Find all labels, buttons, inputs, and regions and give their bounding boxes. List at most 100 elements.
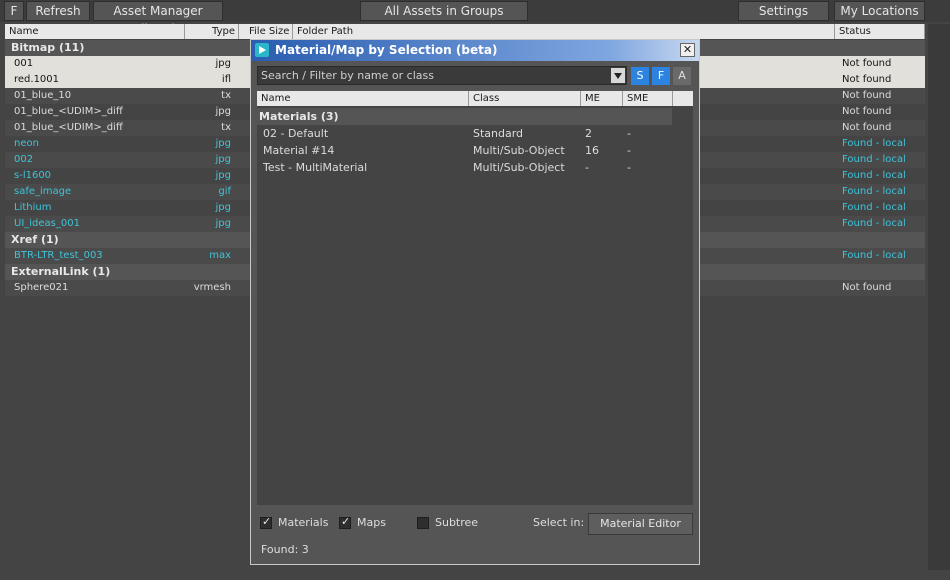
asset-type: jpg: [215, 138, 231, 149]
scrollbar[interactable]: [928, 24, 950, 570]
header-status[interactable]: Status: [835, 24, 925, 39]
asset-status: Found - local: [842, 202, 906, 213]
asset-name: safe_image: [14, 186, 72, 197]
asset-status: Found - local: [842, 186, 906, 197]
asset-name: red.1001: [14, 74, 60, 85]
material-list: Name Class ME SME Materials (3) 02 - Def…: [257, 91, 693, 505]
material-me: 16: [585, 144, 599, 157]
asset-type: jpg: [215, 106, 231, 117]
material-name: 02 - Default: [263, 127, 329, 140]
material-row[interactable]: Material #14 Multi/Sub-Object 16 -: [257, 142, 672, 159]
asset-status: Not found: [842, 106, 892, 117]
material-me: -: [585, 161, 589, 174]
asset-type: tx: [221, 90, 231, 101]
header-name[interactable]: Name: [5, 24, 185, 39]
max-logo-icon: [255, 43, 269, 57]
toggle-s[interactable]: S: [631, 67, 649, 85]
subtree-label: Subtree: [435, 516, 479, 529]
toggle-f[interactable]: F: [652, 67, 670, 85]
asset-name: 01_blue_<UDIM>_diff: [14, 106, 123, 117]
asset-status: Found - local: [842, 154, 906, 165]
f-button[interactable]: F: [4, 1, 24, 21]
asset-type: tx: [221, 122, 231, 133]
material-class: Multi/Sub-Object: [473, 161, 565, 174]
chevron-down-icon[interactable]: [611, 68, 625, 83]
select-in-label: Select in:: [533, 516, 585, 529]
asset-status: Not found: [842, 122, 892, 133]
table-header: Name Type File Size Folder Path Status: [5, 24, 925, 39]
material-me: 2: [585, 127, 592, 140]
settings-button[interactable]: Settings: [738, 1, 829, 21]
asset-name: UI_ideas_001: [14, 218, 80, 229]
header-class[interactable]: Class: [469, 91, 581, 106]
asset-name: Xref (1): [11, 233, 59, 246]
asset-status: Not found: [842, 90, 892, 101]
asset-type: vrmesh: [193, 282, 231, 293]
locations-button[interactable]: My Locations: [834, 1, 925, 21]
asset-status: Found - local: [842, 250, 906, 261]
materials-label: Materials: [278, 516, 329, 529]
material-row[interactable]: Test - MultiMaterial Multi/Sub-Object - -: [257, 159, 672, 176]
asset-type: ifl: [221, 74, 231, 85]
asset-type: jpg: [215, 154, 231, 165]
header-sme[interactable]: SME: [623, 91, 673, 106]
asset-name: ExternalLink (1): [11, 265, 111, 278]
subtree-checkbox[interactable]: [417, 517, 429, 529]
asset-name: 01_blue_10: [14, 90, 72, 101]
materials-group[interactable]: Materials (3): [257, 108, 672, 125]
header-folder-path[interactable]: Folder Path: [293, 24, 835, 39]
asset-status: Not found: [842, 74, 892, 85]
header-name[interactable]: Name: [257, 91, 469, 106]
asset-type: jpg: [215, 218, 231, 229]
material-name: Material #14: [263, 144, 335, 157]
asset-name: neon: [14, 138, 39, 149]
asset-name: 002: [14, 154, 34, 165]
material-sme: -: [627, 127, 631, 140]
header-me[interactable]: ME: [581, 91, 623, 106]
toggle-a[interactable]: A: [673, 67, 691, 85]
maps-checkbox[interactable]: [339, 515, 351, 529]
asset-name: s-l1600: [14, 170, 52, 181]
material-sme: -: [627, 144, 631, 157]
materials-checkbox[interactable]: [260, 515, 272, 529]
asset-type: gif: [218, 186, 231, 197]
toolbar: F Refresh Asset Manager (beta) All Asset…: [0, 0, 950, 36]
material-editor-button[interactable]: Material Editor: [588, 513, 693, 535]
dialog-footer: Materials Maps Subtree Select in: Materi…: [257, 513, 693, 537]
asset-type: max: [209, 250, 231, 261]
found-count: Found: 3: [261, 543, 309, 556]
asset-name: Bitmap (11): [11, 41, 85, 54]
material-class: Standard: [473, 127, 524, 140]
asset-status: Found - local: [842, 138, 906, 149]
material-class: Multi/Sub-Object: [473, 144, 565, 157]
material-map-dialog: Material/Map by Selection (beta) ✕ S F A…: [250, 39, 700, 565]
asset-name: BTR-LTR_test_003: [14, 250, 103, 261]
group-label: Materials (3): [259, 110, 339, 123]
search-field[interactable]: [257, 66, 627, 85]
asset-status: Not found: [842, 282, 892, 293]
asset-name: Lithium: [14, 202, 52, 213]
asset-name: 001: [14, 58, 34, 69]
material-sme: -: [627, 161, 631, 174]
close-icon[interactable]: ✕: [680, 43, 695, 57]
material-list-header: Name Class ME SME: [257, 91, 693, 106]
header-type[interactable]: Type: [185, 24, 239, 39]
material-name: Test - MultiMaterial: [263, 161, 368, 174]
asset-type: jpg: [215, 202, 231, 213]
refresh-button[interactable]: Refresh: [26, 1, 90, 21]
asset-status: Found - local: [842, 170, 906, 181]
asset-type: jpg: [215, 170, 231, 181]
search-input[interactable]: [258, 67, 608, 84]
groups-button[interactable]: All Assets in Groups: [360, 1, 528, 21]
maps-label: Maps: [357, 516, 386, 529]
asset-name: 01_blue_<UDIM>_diff: [14, 122, 123, 133]
asset-type: jpg: [215, 58, 231, 69]
asset-manager-button[interactable]: Asset Manager (beta): [93, 1, 223, 36]
material-row[interactable]: 02 - Default Standard 2 -: [257, 125, 672, 142]
asset-status: Found - local: [842, 218, 906, 229]
asset-name: Sphere021: [14, 282, 69, 293]
dialog-titlebar[interactable]: Material/Map by Selection (beta) ✕: [251, 40, 699, 61]
dialog-title: Material/Map by Selection (beta): [275, 43, 498, 57]
header-file-size[interactable]: File Size: [245, 24, 293, 39]
asset-status: Not found: [842, 58, 892, 69]
